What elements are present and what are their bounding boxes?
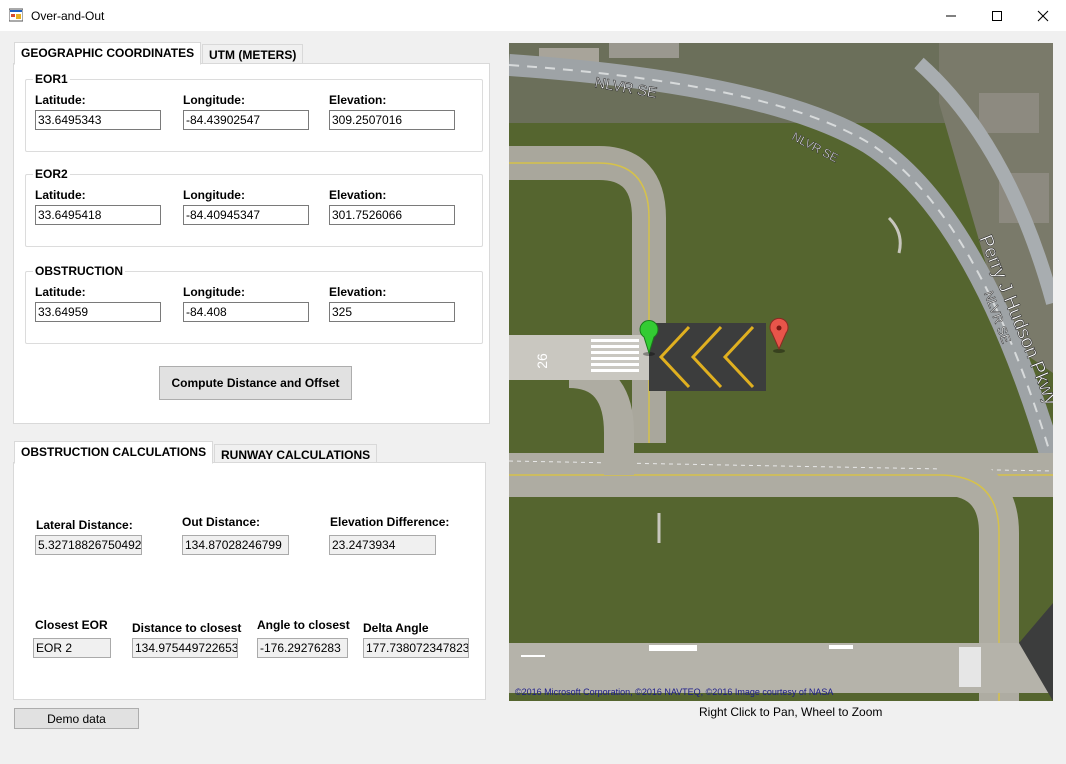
eor2-elevation-input[interactable]: 301.7526066 — [329, 205, 455, 225]
eor1-group: EOR1 Latitude: 33.6495343 Longitude: -84… — [25, 72, 483, 152]
closest-eor-field[interactable]: EOR 2 — [33, 638, 111, 658]
eor2-latitude-label: Latitude: — [35, 188, 86, 202]
aerial-map[interactable]: 26 NLVR SE NLVR SE Perry J Hudson Pkwy N… — [509, 43, 1053, 701]
distance-to-closest-label: Distance to closest — [132, 621, 242, 635]
obstruction-calculations-panel: Lateral Distance: 5.327188267504925 Out … — [13, 462, 486, 700]
delta-angle-label: Delta Angle — [363, 621, 429, 635]
maximize-icon — [992, 11, 1002, 21]
tab-geographic-coordinates[interactable]: GEOGRAPHIC COORDINATES — [14, 42, 202, 65]
obstruction-elevation-input[interactable]: 325 — [329, 302, 455, 322]
building — [609, 43, 679, 58]
closest-eor-label: Closest EOR — [35, 618, 108, 632]
demo-data-button[interactable]: Demo data — [14, 708, 139, 729]
eor2-elevation-label: Elevation: — [329, 188, 387, 202]
eor1-latitude-label: Latitude: — [35, 93, 86, 107]
compute-distance-offset-button[interactable]: Compute Distance and Offset — [159, 366, 352, 400]
out-distance-label: Out Distance: — [182, 515, 261, 529]
eor1-latitude-input[interactable]: 33.6495343 — [35, 110, 161, 130]
eor2-group: EOR2 Latitude: 33.6495418 Longitude: -84… — [25, 167, 483, 247]
map-copyright: ©2016 Microsoft Corporation, ©2016 NAVTE… — [515, 687, 834, 697]
obstruction-latitude-input[interactable]: 33.64959 — [35, 302, 161, 322]
lateral-distance-field[interactable]: 5.327188267504925 — [35, 535, 142, 555]
eor2-legend: EOR2 — [33, 167, 70, 181]
tab-utm-meters[interactable]: UTM (METERS) — [202, 44, 304, 65]
eor1-elevation-input[interactable]: 309.2507016 — [329, 110, 455, 130]
distance-to-closest-field[interactable]: 134.975449722653 — [132, 638, 238, 658]
close-icon — [1037, 10, 1049, 22]
obstruction-latitude-label: Latitude: — [35, 285, 86, 299]
tab-obstruction-calculations[interactable]: OBSTRUCTION CALCULATIONS — [14, 441, 214, 464]
title-bar: Over-and-Out — [0, 0, 1066, 31]
runway-number: 26 — [534, 353, 550, 369]
map-view[interactable]: 26 NLVR SE NLVR SE Perry J Hudson Pkwy N… — [509, 43, 1053, 701]
obstruction-elevation-label: Elevation: — [329, 285, 387, 299]
eor1-legend: EOR1 — [33, 72, 70, 86]
obstruction-longitude-input[interactable]: -84.408 — [183, 302, 309, 322]
maximize-button[interactable] — [974, 0, 1020, 31]
app-icon — [9, 8, 23, 22]
building — [979, 93, 1039, 133]
eor2-longitude-input[interactable]: -84.40945347 — [183, 205, 309, 225]
elevation-difference-label: Elevation Difference: — [330, 515, 450, 529]
lateral-distance-label: Lateral Distance: — [36, 518, 133, 532]
obstruction-legend: OBSTRUCTION — [33, 264, 125, 278]
close-button[interactable] — [1020, 0, 1066, 31]
eor1-longitude-label: Longitude: — [183, 93, 245, 107]
minimize-button[interactable] — [928, 0, 974, 31]
minimize-icon — [946, 15, 956, 17]
angle-to-closest-field[interactable]: -176.29276283 — [257, 638, 348, 658]
delta-angle-field[interactable]: 177.738072347823 — [363, 638, 469, 658]
obstruction-longitude-label: Longitude: — [183, 285, 245, 299]
map-hint: Right Click to Pan, Wheel to Zoom — [699, 705, 883, 719]
eor2-latitude-input[interactable]: 33.6495418 — [35, 205, 161, 225]
angle-to-closest-label: Angle to closest — [257, 618, 350, 632]
out-distance-field[interactable]: 134.87028246799 — [182, 535, 289, 555]
eor1-longitude-input[interactable]: -84.43902547 — [183, 110, 309, 130]
eor2-longitude-label: Longitude: — [183, 188, 245, 202]
elevation-difference-field[interactable]: 23.2473934 — [329, 535, 436, 555]
obstruction-group: OBSTRUCTION Latitude: 33.64959 Longitude… — [25, 264, 483, 344]
eor1-elevation-label: Elevation: — [329, 93, 387, 107]
window-title: Over-and-Out — [31, 9, 105, 23]
geographic-coordinates-panel: EOR1 Latitude: 33.6495343 Longitude: -84… — [13, 63, 490, 424]
